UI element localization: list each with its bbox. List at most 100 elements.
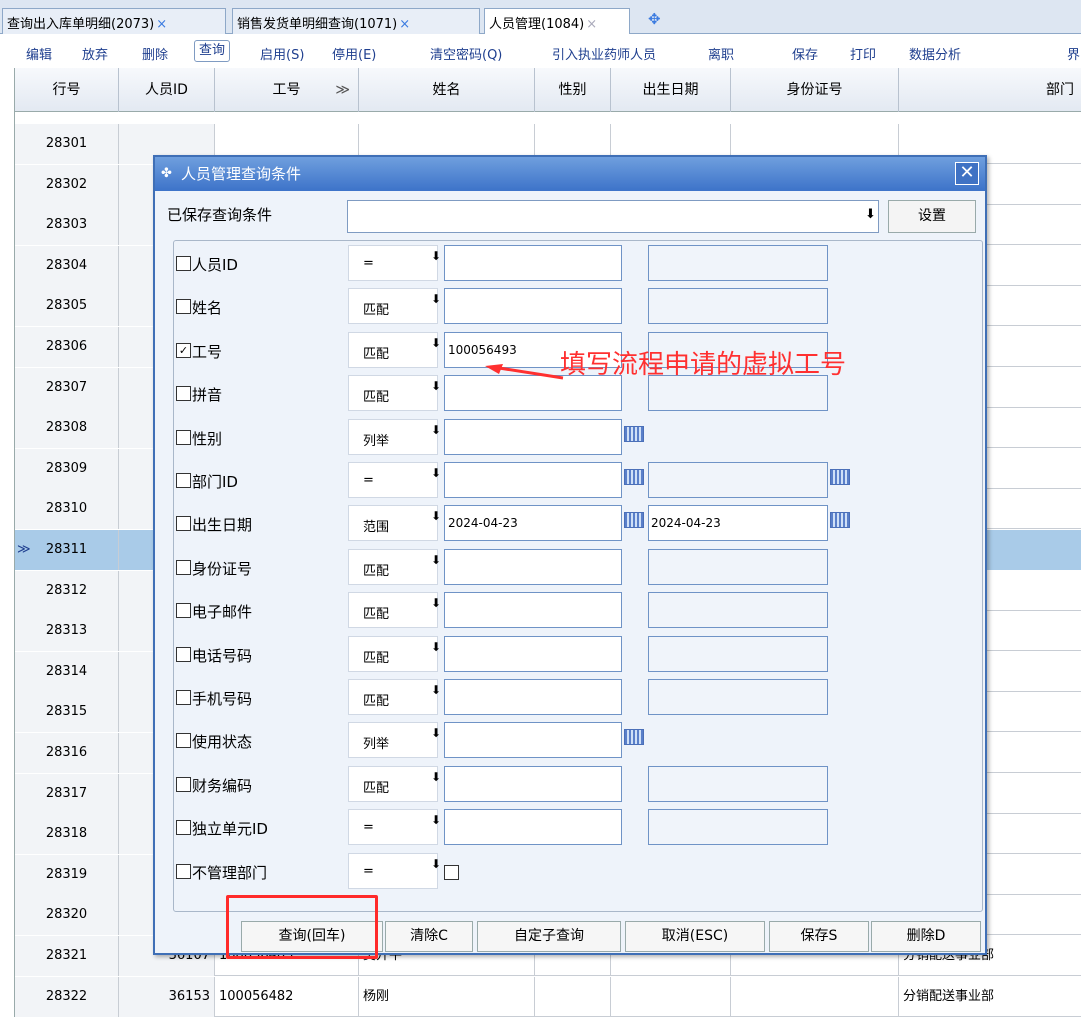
- save-button[interactable]: 保存: [792, 44, 818, 63]
- operator-select[interactable]: 匹配 ⬇: [348, 592, 441, 629]
- operator-select[interactable]: 匹配 ⬇: [348, 635, 441, 672]
- condition-checkbox[interactable]: [176, 559, 191, 575]
- condition-checkbox[interactable]: [176, 820, 191, 836]
- enable-button[interactable]: 启用(S): [260, 44, 304, 63]
- value-input[interactable]: [444, 462, 622, 498]
- operator-select[interactable]: 列举 ⬇: [348, 418, 441, 455]
- value-input-2[interactable]: [648, 765, 828, 802]
- dropdown-arrow-icon[interactable]: ⬇: [431, 726, 441, 740]
- close-icon[interactable]: ✕: [955, 162, 979, 185]
- dropdown-arrow-icon[interactable]: ⬇: [431, 336, 441, 350]
- calendar-icon[interactable]: [624, 425, 644, 442]
- operator-select[interactable]: 匹配 ⬇: [348, 765, 441, 802]
- filter-icon[interactable]: ≫: [335, 68, 350, 112]
- dropdown-arrow-icon[interactable]: ⬇: [431, 683, 441, 697]
- calendar-icon[interactable]: [830, 512, 850, 529]
- custom-subquery-button[interactable]: 自定子查询: [477, 921, 621, 952]
- col-header-dept[interactable]: 部门: [899, 68, 1081, 112]
- value-input[interactable]: [444, 635, 622, 672]
- save-condition-button[interactable]: 保存S: [769, 921, 869, 952]
- operator-select[interactable]: 匹配 ⬇: [348, 375, 441, 412]
- condition-checkbox[interactable]: ✓: [176, 342, 191, 358]
- condition-checkbox[interactable]: [176, 386, 191, 402]
- resign-button[interactable]: 离职: [708, 44, 734, 63]
- condition-checkbox[interactable]: [176, 690, 191, 705]
- value-input-2[interactable]: [648, 548, 828, 585]
- dropdown-arrow-icon[interactable]: ⬇: [431, 857, 441, 871]
- operator-select[interactable]: = ⬇: [348, 852, 441, 889]
- value-input-2[interactable]: [648, 288, 828, 325]
- calendar-icon[interactable]: [624, 512, 644, 529]
- settings-button[interactable]: 设置: [888, 200, 976, 233]
- delete-condition-button[interactable]: 删除D: [871, 921, 981, 952]
- edit-button[interactable]: 编辑: [26, 44, 52, 63]
- value-checkbox[interactable]: [444, 864, 459, 880]
- more-button[interactable]: 界: [1067, 44, 1080, 63]
- col-header-id[interactable]: 人员ID: [119, 68, 215, 112]
- col-header-gender[interactable]: 性别: [535, 68, 611, 112]
- discard-button[interactable]: 放弃: [82, 44, 108, 63]
- operator-select[interactable]: = ⬇: [348, 809, 441, 846]
- value-input[interactable]: [444, 765, 622, 802]
- saved-conditions-select[interactable]: [347, 200, 879, 233]
- tab-sales-detail[interactable]: 销售发货单明细查询(1071) ×: [232, 8, 480, 34]
- calendar-icon[interactable]: [624, 729, 644, 746]
- dropdown-arrow-icon[interactable]: ⬇: [431, 379, 441, 393]
- table-row[interactable]: 28322 36153 100056482 杨刚 分销配送事业部: [15, 976, 1081, 1017]
- value-input-2[interactable]: [648, 679, 828, 715]
- condition-checkbox[interactable]: [176, 516, 191, 532]
- condition-checkbox[interactable]: [176, 429, 191, 445]
- condition-checkbox[interactable]: [176, 473, 191, 488]
- operator-select[interactable]: = ⬇: [348, 245, 441, 281]
- dropdown-arrow-icon[interactable]: ⬇: [431, 466, 441, 480]
- dropdown-arrow-icon[interactable]: ⬇: [431, 509, 441, 523]
- disable-button[interactable]: 停用(E): [332, 44, 376, 63]
- tab-personnel[interactable]: 人员管理(1084) ×: [484, 8, 630, 35]
- condition-checkbox[interactable]: [176, 646, 191, 662]
- dropdown-arrow-icon[interactable]: ⬇: [431, 813, 441, 827]
- operator-select[interactable]: 匹配 ⬇: [348, 288, 441, 325]
- col-header-idcard[interactable]: 身份证号: [731, 68, 899, 112]
- clear-button[interactable]: 清除C: [385, 921, 473, 952]
- value-input[interactable]: [444, 592, 622, 629]
- value-input[interactable]: 2024-04-23: [444, 505, 622, 542]
- dropdown-arrow-icon[interactable]: ⬇: [431, 249, 441, 263]
- dropdown-arrow-icon[interactable]: ⬇: [431, 640, 441, 654]
- value-input-2[interactable]: 2024-04-23: [648, 505, 828, 542]
- add-tab-icon[interactable]: ✥: [648, 10, 661, 28]
- condition-checkbox[interactable]: [176, 776, 191, 792]
- operator-select[interactable]: 匹配 ⬇: [348, 548, 441, 585]
- col-header-name[interactable]: 姓名: [359, 68, 535, 112]
- operator-select[interactable]: 匹配 ⬇: [348, 679, 441, 715]
- dropdown-arrow-icon[interactable]: ⬇: [865, 207, 876, 222]
- operator-select[interactable]: = ⬇: [348, 462, 441, 498]
- operator-select[interactable]: 匹配 ⬇: [348, 331, 441, 368]
- value-input-2[interactable]: [648, 462, 828, 498]
- import-pharmacist-button[interactable]: 引入执业药师人员: [552, 44, 656, 63]
- value-input[interactable]: [444, 288, 622, 325]
- dropdown-arrow-icon[interactable]: ⬇: [431, 292, 441, 306]
- value-input[interactable]: [444, 548, 622, 585]
- dialog-title-bar[interactable]: ✤ 人员管理查询条件 ✕: [155, 157, 985, 191]
- dropdown-arrow-icon[interactable]: ⬇: [431, 596, 441, 610]
- dropdown-arrow-icon[interactable]: ⬇: [431, 423, 441, 437]
- delete-button[interactable]: 删除: [142, 44, 168, 63]
- condition-checkbox[interactable]: [176, 603, 191, 619]
- value-input[interactable]: [444, 245, 622, 281]
- operator-select[interactable]: 列举 ⬇: [348, 722, 441, 759]
- value-input-2[interactable]: [648, 245, 828, 281]
- value-input[interactable]: [444, 809, 622, 846]
- cancel-button[interactable]: 取消(ESC): [625, 921, 765, 952]
- dropdown-arrow-icon[interactable]: ⬇: [431, 553, 441, 567]
- print-button[interactable]: 打印: [850, 44, 876, 63]
- col-header-birthdate[interactable]: 出生日期: [611, 68, 731, 112]
- clear-password-button[interactable]: 清空密码(Q): [430, 44, 502, 63]
- value-input[interactable]: [444, 722, 622, 759]
- data-analysis-button[interactable]: 数据分析: [909, 44, 961, 63]
- dropdown-arrow-icon[interactable]: ⬇: [431, 770, 441, 784]
- col-header-rowno[interactable]: 行号: [15, 68, 119, 112]
- value-input-2[interactable]: [648, 592, 828, 629]
- tab-stock-detail[interactable]: 查询出入库单明细(2073) ×: [2, 8, 226, 34]
- condition-checkbox[interactable]: [176, 299, 191, 315]
- value-input[interactable]: [444, 418, 622, 455]
